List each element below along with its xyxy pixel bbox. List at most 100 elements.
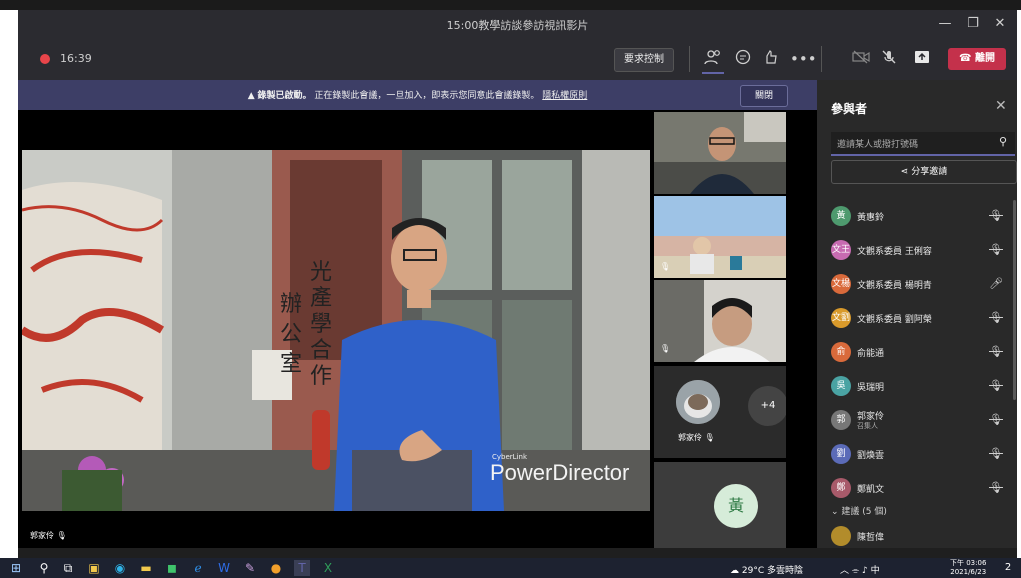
clock[interactable]: 下午 03:06 2021/6/23 bbox=[950, 559, 986, 577]
cloud-icon: ☁ bbox=[730, 566, 739, 576]
participant-row[interactable]: 鄭鄭凱文 🎙︎ bbox=[831, 472, 1015, 506]
line-icon[interactable]: ◼ bbox=[164, 560, 180, 576]
main-video-scene bbox=[22, 150, 650, 511]
mic-muted-icon: 🎙︎ bbox=[704, 433, 715, 442]
leave-button[interactable]: ☎ 離開 bbox=[948, 48, 1006, 70]
privacy-link[interactable]: 隱私權原則 bbox=[542, 91, 587, 101]
share-screen-icon[interactable] bbox=[911, 49, 933, 69]
overflow-count[interactable]: +4 bbox=[748, 386, 786, 426]
mic-muted-icon: 🎙︎ bbox=[660, 344, 671, 353]
mic-muted-icon: 🎙︎ bbox=[989, 345, 1003, 358]
participant-tile-4[interactable]: 郭家伶 🎙︎ +4 bbox=[654, 366, 786, 458]
participant-tile-5[interactable]: 黃 bbox=[654, 462, 786, 548]
word-icon[interactable]: W bbox=[216, 560, 232, 576]
notification-icon[interactable]: 2 bbox=[1000, 560, 1016, 576]
toolbar-divider bbox=[689, 46, 690, 72]
warning-icon: ▲ bbox=[247, 91, 255, 101]
banner-close-button[interactable]: 關閉 bbox=[740, 85, 788, 107]
close-icon[interactable]: ✕ bbox=[995, 98, 1007, 114]
windows-start-icon[interactable]: ⊞ bbox=[8, 560, 24, 576]
avatar-name-text: 郭家伶 bbox=[678, 433, 702, 442]
mic-muted-icon: 🎙︎ bbox=[989, 413, 1003, 426]
tile-video-1 bbox=[654, 112, 786, 194]
windows-taskbar: ⊞ ⚲ ⧉ ▣ ◉ ▬ ◼ ℯ W ✎ ● T X ☁ 29°C 多雲時陰 ︿ … bbox=[0, 558, 1021, 578]
participant-name: 鄭凱文 bbox=[857, 485, 885, 495]
teams-icon[interactable]: T bbox=[294, 560, 310, 576]
volume-icon: ♪ bbox=[861, 566, 868, 576]
share-icon: ⋖ bbox=[900, 167, 909, 177]
participant-name: 文觀系委員 劉阿榮 bbox=[857, 315, 932, 325]
sign-col-1: 光 產 學 合 作 bbox=[310, 260, 332, 390]
participant-name: 文觀系委員 王俐容 bbox=[857, 247, 932, 257]
avatar: 文楊 bbox=[831, 274, 851, 294]
suggested-header-text: 建議 (5 個) bbox=[841, 507, 887, 517]
banner-text: 正在錄製此會議，一旦加入，即表示您同意此會議錄製。 bbox=[314, 91, 540, 101]
participant-name: 吳瑞明 bbox=[857, 383, 885, 393]
clock-date: 2021/6/23 bbox=[950, 568, 987, 576]
camera-off-icon[interactable] bbox=[850, 49, 872, 69]
request-control-button[interactable]: 要求控制 bbox=[614, 48, 674, 72]
cat-photo bbox=[676, 380, 720, 424]
participant-row[interactable]: 文王 文觀系委員 王俐容 🎙︎ bbox=[831, 234, 1015, 268]
ie-icon[interactable]: ℯ bbox=[190, 560, 206, 576]
store-icon[interactable]: ▣ bbox=[86, 560, 102, 576]
app-icon[interactable]: ✎ bbox=[242, 560, 258, 576]
participant-row[interactable]: 吳吳瑞明 🎙︎ bbox=[831, 370, 1015, 404]
avatar bbox=[831, 526, 851, 546]
file-explorer-icon[interactable]: ▬ bbox=[138, 560, 154, 576]
recording-icon bbox=[40, 54, 50, 64]
close-window-button[interactable]: ✕ bbox=[988, 14, 1012, 34]
chrome-icon[interactable]: ● bbox=[268, 560, 284, 576]
weather[interactable]: ☁ 29°C 多雲時陰 bbox=[730, 563, 803, 576]
avatar: 俞 bbox=[831, 342, 851, 362]
avatar: 文王 bbox=[831, 240, 851, 260]
clock-time: 下午 03:06 bbox=[950, 559, 987, 567]
sign-char: 產 bbox=[310, 286, 333, 311]
tray-icons[interactable]: ︿ ⌯ ♪ 中 bbox=[840, 563, 880, 576]
weather-text: 29°C 多雲時陰 bbox=[741, 566, 803, 576]
participant-row[interactable]: 劉劉煥雲 🎙︎ bbox=[831, 438, 1015, 472]
speaker-name: 郭家伶 bbox=[30, 531, 54, 540]
avatar: 吳 bbox=[831, 376, 851, 396]
leave-label: 離開 bbox=[974, 53, 995, 64]
participant-row[interactable]: 郭郭家伶 召集人 🎙︎ bbox=[831, 404, 1015, 438]
participant-name: 文觀系委員 楊明青 bbox=[857, 281, 932, 291]
participant-row[interactable]: 文劉 文觀系委員 劉阿榮 🎙︎ bbox=[831, 302, 1015, 336]
search-icon: ⚲ bbox=[999, 135, 1008, 148]
invite-search-input[interactable]: 邀請某人或撥打號碼 ⚲ bbox=[831, 132, 1015, 156]
participant-tile-2[interactable]: 🎙︎ bbox=[654, 196, 786, 278]
mic-muted-icon: 🎙︎ bbox=[989, 311, 1003, 324]
participant-row[interactable]: 俞俞能通 🎙︎ bbox=[831, 336, 1015, 370]
search-icon[interactable]: ⚲ bbox=[36, 560, 52, 576]
suggested-name: 陳哲偉 bbox=[857, 533, 885, 543]
participant-tile-1[interactable] bbox=[654, 112, 786, 194]
minimize-button[interactable]: — bbox=[933, 14, 957, 34]
avatar: 郭 bbox=[831, 410, 851, 430]
participant-row[interactable]: 黃黃惠鈴 🎙︎ bbox=[831, 200, 1015, 234]
task-view-icon[interactable]: ⧉ bbox=[60, 560, 76, 576]
mic-muted-icon: 🎙︎ bbox=[989, 209, 1003, 222]
mic-muted-icon: 🎙︎ bbox=[989, 379, 1003, 392]
mic-muted-icon[interactable] bbox=[878, 49, 900, 69]
sign-char: 學 bbox=[310, 312, 333, 337]
maximize-button[interactable]: ❐ bbox=[961, 14, 985, 34]
share-label: 分享邀請 bbox=[911, 167, 948, 177]
chat-icon[interactable] bbox=[732, 49, 754, 69]
participant-name: 劉煥雲 bbox=[857, 451, 885, 461]
excel-icon[interactable]: X bbox=[320, 560, 336, 576]
more-options-icon[interactable]: ••• bbox=[790, 49, 817, 69]
meeting-toolbar: 16:39 要求控制 ••• ☎ 離開 bbox=[18, 38, 1017, 81]
banner-message: ▲ 錄製已啟動。 正在錄製此會議，一旦加入，即表示您同意此會議錄製。 隱私權原則 bbox=[18, 88, 817, 101]
participant-tile-3[interactable]: 🎙︎ bbox=[654, 280, 786, 362]
main-video[interactable]: 光 產 學 合 作 辦 公 室 CyberLink PowerDirector bbox=[22, 150, 650, 511]
speaker-label: 郭家伶 🎙︎ bbox=[30, 530, 67, 541]
suggested-item[interactable]: 陳哲偉 bbox=[831, 520, 1015, 554]
reactions-icon[interactable] bbox=[760, 49, 782, 69]
edge-icon[interactable]: ◉ bbox=[112, 560, 128, 576]
share-invite-button[interactable]: ⋖ 分享邀請 bbox=[831, 160, 1017, 184]
participants-icon[interactable] bbox=[702, 49, 724, 69]
sign-char: 光 bbox=[310, 260, 333, 285]
video-stage: 光 產 學 合 作 辦 公 室 CyberLink PowerDirector … bbox=[18, 110, 817, 548]
avatar bbox=[676, 380, 720, 424]
participant-row[interactable]: 文楊 文觀系委員 楊明青 🎤︎ bbox=[831, 268, 1015, 302]
